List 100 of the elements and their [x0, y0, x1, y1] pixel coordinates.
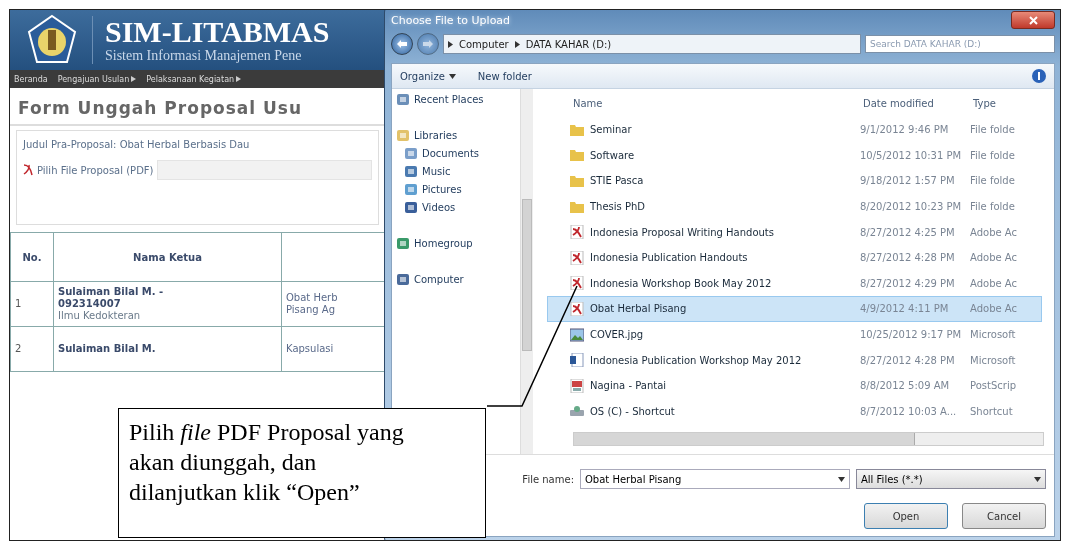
date-modified: 8/20/2012 10:23 PM — [860, 201, 963, 213]
file-row[interactable]: Indonesia Workshop Book May 2012 8/27/2012 4:29 PM Adobe Ac — [547, 270, 1042, 297]
pdf-file-icon — [570, 250, 584, 265]
date-modified: 8/27/2012 4:28 PM — [860, 252, 956, 264]
file-label: Pilih File Proposal (PDF) — [37, 164, 154, 176]
cancel-button[interactable]: Cancel — [962, 503, 1046, 529]
dialog-title: Choose File to Upload — [391, 13, 511, 27]
emblem-logo — [26, 14, 78, 66]
file-name: Seminar — [590, 124, 632, 136]
nav-pane-item[interactable]: Computer — [396, 273, 516, 286]
file-row[interactable]: Indonesia Publication Workshop May 2012 8/27/2012 4:28 PM Microsoft — [547, 347, 1042, 373]
file-type: File folde — [970, 201, 1016, 213]
nav-pane-item[interactable]: Homegroup — [396, 237, 516, 250]
nav-link[interactable]: Pengajuan Usulan — [57, 74, 137, 84]
back-arrow-icon — [397, 40, 407, 48]
nav-pane-item[interactable]: Videos — [396, 201, 516, 214]
file-type-dropdown[interactable]: All Files (*.*) — [856, 469, 1046, 489]
folder-icon — [570, 175, 584, 187]
search-field[interactable]: Search DATA KAHAR (D:) — [865, 35, 1055, 53]
caret-icon — [838, 476, 845, 482]
drive-icon — [570, 404, 584, 419]
help-icon[interactable] — [1032, 69, 1046, 83]
date-modified: 8/27/2012 4:28 PM — [860, 354, 956, 366]
file-name: Obat Herbal Pisang — [590, 303, 687, 315]
file-type: File folde — [970, 175, 1016, 187]
date-modified: 8/8/2012 5:09 AM — [860, 380, 951, 392]
date-modified: 10/5/2012 10:31 PM — [860, 149, 963, 161]
column-header: Nama Ketua — [53, 232, 282, 282]
file-type: Adobe Ac — [970, 226, 1018, 238]
column-header[interactable]: Date modified — [863, 97, 973, 109]
file-name: Nagina - Pantai — [590, 380, 667, 392]
site-subtitle: Sistem Informasi Manajemen Pene — [105, 48, 303, 64]
file-row[interactable]: STIE Pasca 9/18/2012 1:57 PM File folde — [547, 168, 1042, 194]
file-input-field[interactable] — [157, 160, 372, 180]
organize-button[interactable]: Organize — [400, 70, 456, 82]
date-modified: 9/18/2012 1:57 PM — [860, 175, 956, 187]
file-row[interactable]: Nagina - Pantai 8/8/2012 5:09 AM PostScrip — [547, 372, 1042, 399]
file-type: PostScrip — [970, 380, 1017, 392]
breadcrumb-link[interactable]: Computer — [459, 38, 509, 50]
nav-link[interactable]: Beranda — [14, 74, 48, 84]
table-cell: Sulaiman Bilal M. - 092314007 Ilmu Kedokteran — [53, 281, 282, 327]
date-modified: 8/7/2012 10:03 A... — [860, 405, 958, 417]
file-row[interactable]: Indonesia Proposal Writing Handouts 8/27/2012 4:25 PM Adobe Ac — [547, 219, 1042, 245]
nav-link[interactable]: Pelaksanaan Kegiatan — [146, 74, 242, 84]
document-icon — [570, 353, 584, 368]
file-name-field[interactable]: Obat Herbal Pisang — [580, 469, 850, 489]
file-name: COVER.jpg — [590, 329, 644, 341]
table-cell: 1 — [10, 281, 54, 327]
file-type: File folde — [970, 149, 1016, 161]
nav-pane-item[interactable]: Libraries — [396, 129, 516, 142]
file-name: OS (C) - Shortcut — [590, 405, 675, 417]
close-button[interactable] — [1011, 11, 1055, 29]
caret-icon — [1034, 476, 1041, 482]
folder-icon — [570, 149, 584, 162]
file-name: Indonesia Publication Workshop May 2012 — [590, 354, 802, 366]
file-row[interactable]: Indonesia Publication Handouts 8/27/2012 4:28 PM Adobe Ac — [547, 244, 1042, 271]
file-type: Adobe Ac — [970, 252, 1018, 264]
chevron-icon — [448, 40, 453, 48]
forward-button[interactable] — [417, 33, 439, 55]
nav-pane-item[interactable]: Music — [396, 165, 516, 178]
file-name: STIE Pasca — [590, 175, 644, 187]
pdf-icon — [23, 164, 33, 176]
column-header: No. — [10, 232, 54, 282]
submenu-arrow-icon — [236, 76, 242, 82]
back-button[interactable] — [391, 33, 413, 55]
folder-icon — [570, 123, 584, 136]
table-cell: 2 — [10, 326, 54, 372]
file-row[interactable]: OS (C) - Shortcut 8/7/2012 10:03 A... Shortcut — [547, 398, 1042, 425]
file-name: Thesis PhD — [590, 201, 646, 213]
proposal-title-text: Judul Pra-Proposal: Obat Herbal Berbasis Dau — [23, 139, 251, 150]
chevron-icon — [514, 40, 520, 48]
file-row[interactable]: Thesis PhD 8/20/2012 10:23 PM File folde — [547, 193, 1042, 220]
forward-arrow-icon — [423, 40, 433, 48]
nav-pane-item[interactable]: Recent Places — [396, 93, 516, 106]
column-header[interactable]: Type — [973, 97, 1054, 109]
file-name: Software — [590, 149, 635, 161]
callout-text: Pilih file PDF Proposal yang akan diunggah, dan dilanjutkan klik “Open” — [118, 408, 486, 538]
pdf-file-icon — [570, 301, 584, 316]
date-modified: 8/27/2012 4:29 PM — [860, 277, 956, 289]
date-modified: 10/25/2012 9:17 PM — [860, 329, 963, 341]
photoshop-file-icon — [570, 378, 584, 393]
submenu-arrow-icon — [131, 76, 137, 82]
file-type: Adobe Ac — [970, 277, 1018, 289]
file-row[interactable]: Software 10/5/2012 10:31 PM File folde — [547, 142, 1042, 169]
file-type: Microsoft — [970, 329, 1017, 341]
file-name: Indonesia Proposal Writing Handouts — [590, 226, 774, 238]
column-header[interactable]: Name — [573, 97, 863, 109]
nav-pane-item[interactable]: Documents — [396, 147, 516, 160]
breadcrumb-link[interactable]: DATA KAHAR (D:) — [525, 38, 612, 50]
file-row[interactable]: Obat Herbal Pisang 4/9/2012 4:11 PM Adobe Ac — [547, 296, 1042, 322]
new-folder-button[interactable]: New folder — [477, 70, 532, 82]
file-row[interactable]: COVER.jpg 10/25/2012 9:17 PM Microsoft — [547, 321, 1042, 348]
file-name: Indonesia Workshop Book May 2012 — [590, 277, 772, 289]
file-type: Microsoft — [970, 354, 1017, 366]
image-file-icon — [570, 327, 584, 342]
date-modified: 9/1/2012 9:46 PM — [860, 124, 950, 136]
open-button[interactable]: Open — [864, 503, 948, 529]
file-row[interactable]: Seminar 9/1/2012 9:46 PM File folde — [547, 117, 1042, 143]
date-modified: 8/27/2012 4:25 PM — [860, 226, 956, 238]
nav-pane-item[interactable]: Pictures — [396, 183, 516, 196]
